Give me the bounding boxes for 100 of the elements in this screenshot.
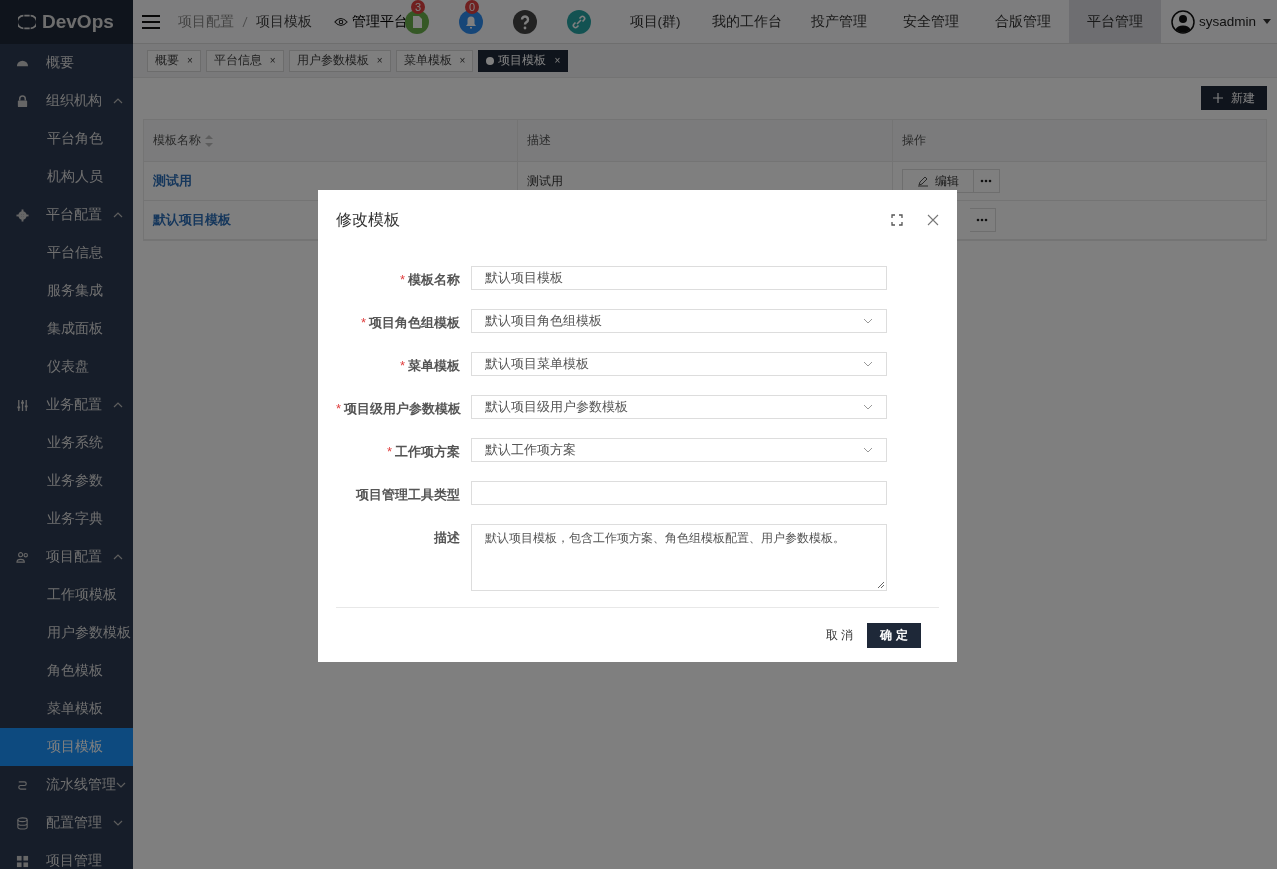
tab-close[interactable]: × (459, 55, 466, 66)
sidebar-item[interactable]: 概要 (0, 44, 133, 82)
sidebar-subitem[interactable]: 角色模板 (0, 652, 133, 690)
resize-grip-icon[interactable] (877, 581, 885, 589)
sliders-icon (16, 398, 29, 412)
ellipsis-icon (976, 218, 989, 222)
top-nav-item[interactable]: 项目(群) (609, 0, 701, 43)
sidebar-subitem[interactable]: 菜单模板 (0, 690, 133, 728)
field-label: * 项目级用户参数模板 (336, 400, 460, 418)
sidebar-subitem[interactable]: 平台信息 (0, 234, 133, 272)
page-tab[interactable]: 平台信息 × (205, 49, 284, 72)
top-nav-item[interactable]: 投产管理 (793, 0, 885, 43)
platform-mode-label[interactable]: 管理平台 (352, 12, 408, 31)
sidebar-item[interactable]: 组织机构 (0, 82, 133, 120)
chevron-up-icon[interactable] (113, 402, 123, 408)
document-icon[interactable] (405, 9, 429, 34)
page-tab[interactable]: 概要 × (147, 49, 201, 72)
users-icon (16, 550, 29, 564)
help-icon[interactable] (513, 9, 537, 34)
grid-icon (16, 854, 29, 868)
new-button[interactable]: 新建 (1201, 86, 1267, 110)
page-tab[interactable]: 菜单模板 × (395, 49, 474, 72)
select-field[interactable]: 默认工作项方案 (471, 438, 887, 462)
dropdown-chevron-icon (863, 361, 873, 367)
dropdown-chevron-icon (863, 404, 873, 410)
sidebar-subitem[interactable]: 仪表盘 (0, 348, 133, 386)
chevron-down-icon[interactable] (116, 782, 126, 788)
eye-icon (334, 16, 348, 27)
link-icon[interactable] (567, 9, 591, 34)
sidebar-item[interactable]: 业务配置 (0, 386, 133, 424)
top-nav-item[interactable]: 合版管理 (977, 0, 1069, 43)
sort-icon[interactable] (205, 134, 213, 147)
count-badge: 3 (411, 0, 426, 14)
top-nav-item[interactable]: 平台管理 (1069, 0, 1161, 43)
input-field[interactable] (471, 481, 887, 505)
dropdown-chevron-icon (863, 447, 873, 453)
sidebar-subitem[interactable]: 工作项模板 (0, 576, 133, 614)
close-icon[interactable] (927, 214, 939, 226)
column-header: 描述 (527, 132, 552, 149)
breadcrumb-current: 项目模板 (256, 12, 312, 31)
table-cell: 测试用 (527, 172, 564, 190)
sidebar-subitem[interactable]: 业务系统 (0, 424, 133, 462)
dropdown-chevron-icon (863, 318, 873, 324)
pencil-icon (916, 175, 929, 187)
select-field[interactable]: 默认项目级用户参数模板 (471, 395, 887, 419)
logo-icon (18, 13, 36, 31)
field-label: * 菜单模板 (398, 357, 460, 375)
select-field[interactable]: 默认项目菜单模板 (471, 352, 887, 376)
textarea-field[interactable]: 默认项目模板，包含工作项方案、角色组模板配置、用户参数模板。 (471, 524, 887, 591)
chevron-up-icon[interactable] (113, 212, 123, 218)
bell-icon[interactable] (459, 9, 483, 34)
chevron-down-icon[interactable] (113, 820, 123, 826)
edit-button[interactable]: 编辑 (901, 169, 974, 193)
page-tab[interactable]: 项目模板 × (478, 49, 569, 72)
breadcrumb-separator-icon (242, 15, 248, 28)
sidebar-subitem[interactable]: 机构人员 (0, 158, 133, 196)
username[interactable]: sysadmin (1199, 14, 1257, 29)
sidebar-subitem[interactable]: 服务集成 (0, 272, 133, 310)
breadcrumb-link[interactable]: 项目配置 (178, 12, 234, 31)
caret-icon[interactable] (1263, 19, 1272, 24)
sidebar-item[interactable]: 平台配置 (0, 196, 133, 234)
sidebar-item[interactable]: 项目管理 (0, 842, 133, 869)
sidebar-subitem[interactable]: 集成面板 (0, 310, 133, 348)
lock-icon (16, 94, 29, 108)
input-field[interactable]: 默认项目模板 (471, 266, 887, 290)
chevron-up-icon[interactable] (113, 98, 123, 104)
top-nav-item[interactable]: 安全管理 (885, 0, 977, 43)
menu-icon[interactable] (142, 14, 160, 29)
column-header: 操作 (901, 132, 926, 149)
template-name-link[interactable]: 默认项目模板 (153, 211, 231, 229)
sidebar-subitem[interactable]: 业务参数 (0, 462, 133, 500)
sidebar-subitem[interactable]: 平台角色 (0, 120, 133, 158)
logo-text: DevOps (42, 11, 114, 33)
avatar-icon[interactable] (1171, 9, 1195, 34)
sidebar-item[interactable]: 配置管理 (0, 804, 133, 842)
plus-icon (1213, 93, 1223, 103)
chevron-up-icon[interactable] (113, 554, 123, 560)
cancel-button[interactable]: 取 消 (823, 622, 855, 648)
field-label: * 模板名称 (398, 271, 460, 289)
top-nav-item[interactable]: 我的工作台 (701, 0, 793, 43)
select-field[interactable]: 默认项目角色组模板 (471, 309, 887, 333)
template-name-link[interactable]: 测试用 (153, 172, 192, 190)
field-label: * 工作项方案 (385, 443, 460, 461)
sidebar-item[interactable]: 流水线管理 (0, 766, 133, 804)
database-icon (16, 816, 29, 830)
sidebar-subitem[interactable]: 用户参数模板 (0, 614, 133, 652)
tab-close[interactable]: × (269, 55, 276, 66)
fullscreen-icon[interactable] (891, 214, 903, 226)
tab-close[interactable]: × (554, 55, 561, 66)
sidebar-subitem[interactable]: 项目模板 (0, 728, 133, 766)
page-tab[interactable]: 用户参数模板 × (288, 49, 391, 72)
tab-close[interactable]: × (376, 55, 383, 66)
sidebar-item[interactable]: 项目配置 (0, 538, 133, 576)
field-label: * 项目角色组模板 (359, 314, 460, 332)
sidebar-subitem[interactable]: 业务字典 (0, 500, 133, 538)
column-header: 模板名称 (153, 132, 213, 149)
field-label: 项目管理工具类型 (354, 486, 460, 504)
dialog-title: 修改模板 (336, 209, 400, 230)
confirm-button[interactable]: 确 定 (867, 622, 921, 648)
tab-close[interactable]: × (187, 55, 193, 66)
